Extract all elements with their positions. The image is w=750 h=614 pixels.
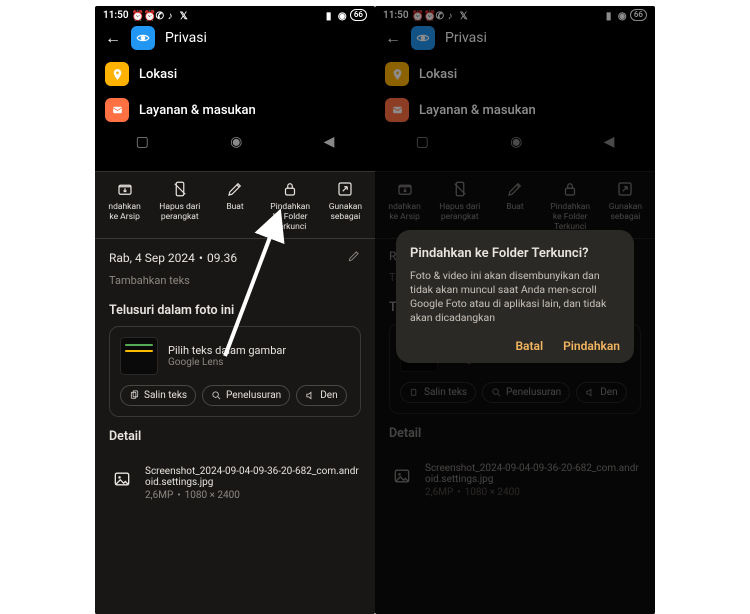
action-move-locked-folder[interactable]: Pindahkan ke Folder Terkunci <box>263 180 318 232</box>
dialog-confirm-button[interactable]: Pindahkan <box>563 339 620 353</box>
dialog-cancel-button[interactable]: Batal <box>515 339 543 353</box>
image-file-icon <box>109 466 135 492</box>
nav-recents-icon[interactable]: ▢ <box>136 134 149 150</box>
photo-meta: Rab, 4 Sep 2024 • 09.36 Tambahkan teks <box>95 239 375 291</box>
file-dims: 1080 × 2400 <box>185 490 240 501</box>
chip-listen[interactable]: Den <box>296 385 346 406</box>
file-detail-row: Screenshot_2024-09-04-09-36-20-682_com.a… <box>95 452 375 501</box>
location-icon <box>105 62 129 86</box>
battery-indicator: 66 <box>350 9 367 21</box>
alarm-icon: ⏰ <box>132 11 141 20</box>
file-mp: 2,6MP <box>145 490 173 501</box>
action-label: Gunakan sebagai <box>329 202 362 222</box>
tiktok-icon: ♪ <box>168 11 177 20</box>
nav-back-icon[interactable]: ◀ <box>324 134 335 150</box>
chip-search[interactable]: Penelusuran <box>202 385 290 406</box>
lens-card: Pilih teks dalam gambar Google Lens Sali… <box>109 326 361 417</box>
action-row: ndahkan ke Arsip Hapus dari perangkat Bu… <box>95 172 375 238</box>
detail-section-title: Detail <box>95 417 375 452</box>
action-label: Buat <box>226 202 243 212</box>
signal-icon: ▮ <box>326 11 335 20</box>
nav-home-icon[interactable]: ◉ <box>230 134 242 150</box>
settings-label: Layanan & masukan <box>139 103 256 118</box>
action-label: Pindahkan ke Folder Terkunci <box>270 202 310 232</box>
photo-date: Rab, 4 Sep 2024 <box>109 251 195 265</box>
search-icon <box>211 390 222 401</box>
lens-section-title: Telusuri dalam foto ini <box>95 291 375 326</box>
phone-left: 11:50 ⏰ ⏰ ✆ ♪ 𝕏 ▮ ◉ 66 ← Privasi <box>95 6 375 614</box>
settings-row-layanan[interactable]: Layanan & masukan <box>105 92 365 128</box>
statusbar: 11:50 ⏰ ⏰ ✆ ♪ 𝕏 ▮ ◉ 66 <box>95 6 375 24</box>
wifi-icon: ◉ <box>338 11 347 20</box>
action-create[interactable]: Buat <box>207 180 262 232</box>
filename: Screenshot_2024-09-04-09-36-20-682_com.a… <box>145 466 361 488</box>
statusbar-time: 11:50 <box>103 10 129 21</box>
photo-info-sheet: ndahkan ke Arsip Hapus dari perangkat Bu… <box>95 171 375 614</box>
system-navbar: ▢ ◉ ◀ <box>95 128 375 156</box>
chip-copy-text[interactable]: Salin teks <box>120 385 196 406</box>
settings-label: Lokasi <box>139 67 177 82</box>
page-title: Privasi <box>165 30 207 46</box>
app-header: ← Privasi <box>95 24 375 56</box>
lens-subtitle: Google Lens <box>168 357 286 368</box>
back-icon[interactable]: ← <box>105 28 121 48</box>
whatsapp-icon: ✆ <box>156 11 165 20</box>
lens-thumbnail <box>120 337 158 375</box>
photo-time: 09.36 <box>207 251 237 265</box>
x-icon: 𝕏 <box>180 11 189 20</box>
copy-icon <box>129 390 140 401</box>
action-use-as[interactable]: Gunakan sebagai <box>318 180 373 232</box>
action-label: ndahkan ke Arsip <box>108 202 140 222</box>
action-delete-device[interactable]: Hapus dari perangkat <box>152 180 207 232</box>
alarm-icon: ⏰ <box>144 11 153 20</box>
settings-list: Lokasi Layanan & masukan <box>95 56 375 128</box>
add-text-field[interactable]: Tambahkan teks <box>109 274 361 287</box>
phone-right: 11:50 ⏰ ⏰ ✆ ♪ 𝕏 ▮ ◉ 66 ← Privasi <box>375 6 655 614</box>
action-archive[interactable]: ndahkan ke Arsip <box>97 180 152 232</box>
edit-date-icon[interactable] <box>347 249 361 266</box>
lens-title: Pilih teks dalam gambar <box>168 344 286 357</box>
confirm-dialog: Pindahkan ke Folder Terkunci? Foto & vid… <box>396 230 634 363</box>
settings-row-lokasi[interactable]: Lokasi <box>105 56 365 92</box>
action-label: Hapus dari perangkat <box>159 202 200 222</box>
dialog-title: Pindahkan ke Folder Terkunci? <box>410 246 620 261</box>
speaker-icon <box>305 390 316 401</box>
dialog-body: Foto & video ini akan disembunyikan dan … <box>410 269 620 325</box>
privacy-icon <box>131 26 155 50</box>
feedback-icon <box>105 98 129 122</box>
